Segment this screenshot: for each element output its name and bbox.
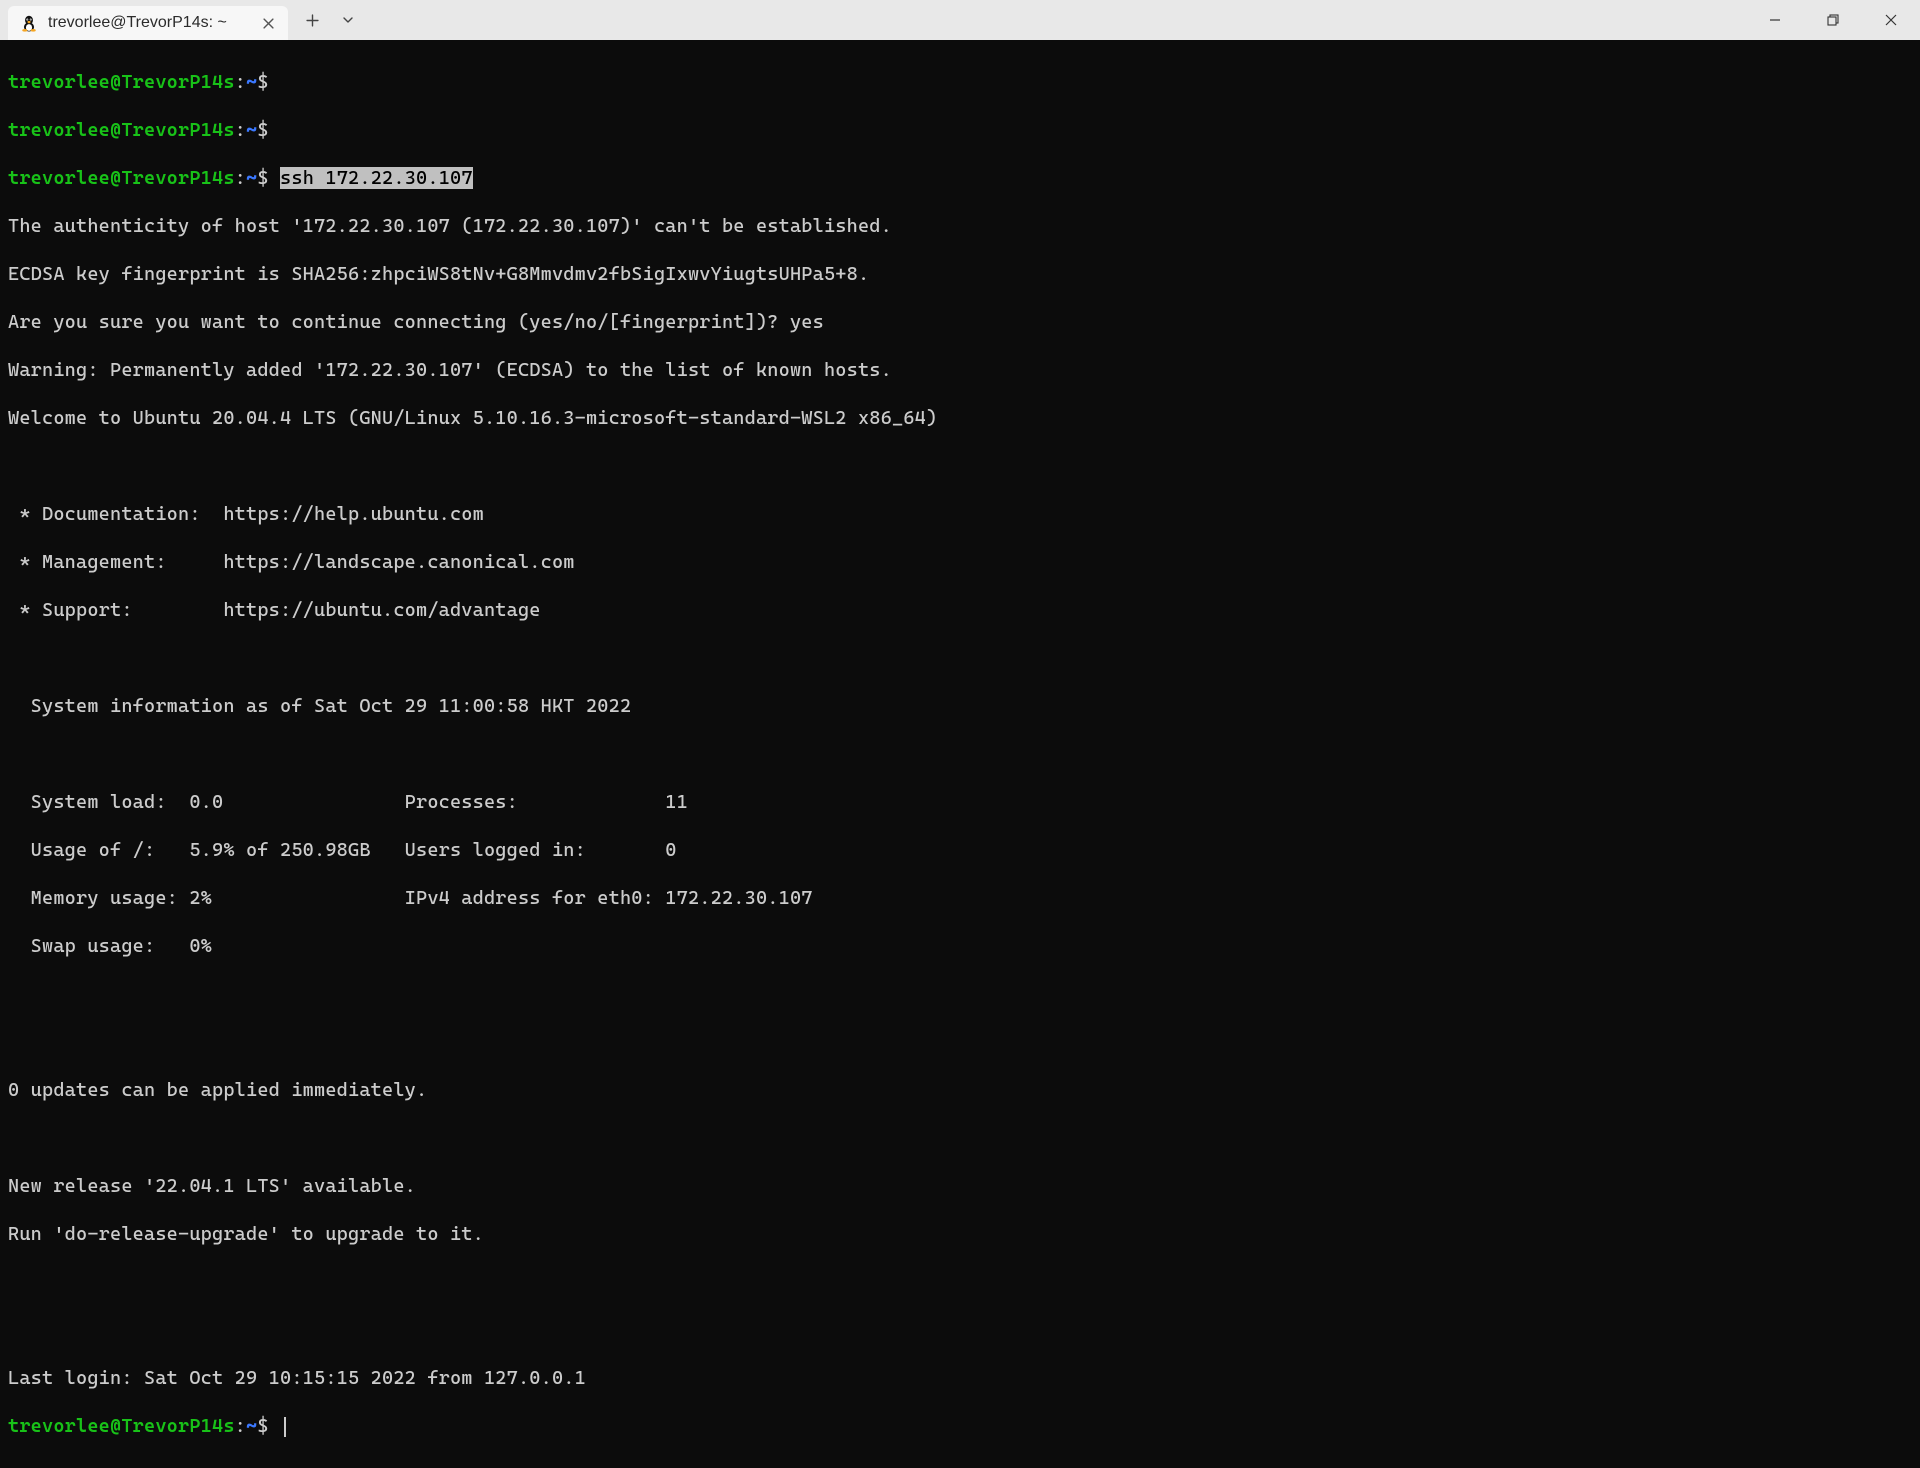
- prompt-dollar: $: [257, 1415, 268, 1437]
- output-line: System information as of Sat Oct 29 11:0…: [8, 694, 1912, 718]
- output-line: [8, 742, 1912, 766]
- prompt-path: ~: [246, 71, 257, 93]
- output-line: ECDSA key fingerprint is SHA256:zhpciWS8…: [8, 262, 1912, 286]
- prompt-colon: :: [235, 71, 246, 93]
- output-line: Run 'do-release-upgrade' to upgrade to i…: [8, 1222, 1912, 1246]
- prompt-dollar: $: [257, 119, 268, 141]
- prompt-dollar: $: [257, 71, 268, 93]
- output-line: [8, 1030, 1912, 1054]
- prompt-line-cmd: trevorlee@TrevorP14s:~$ ssh 172.22.30.10…: [8, 166, 1912, 190]
- output-line: Memory usage: 2% IPv4 address for eth0: …: [8, 886, 1912, 910]
- prompt-colon: :: [235, 167, 246, 189]
- output-line: [8, 1318, 1912, 1342]
- tab-strip: trevorlee@TrevorP14s: ~: [0, 0, 288, 40]
- output-line: Welcome to Ubuntu 20.04.4 LTS (GNU/Linux…: [8, 406, 1912, 430]
- window-controls: [1746, 0, 1920, 40]
- output-line: [8, 646, 1912, 670]
- prompt-userhost: trevorlee@TrevorP14s: [8, 1415, 235, 1437]
- output-line: [8, 982, 1912, 1006]
- prompt-line-cursor: trevorlee@TrevorP14s:~$: [8, 1414, 1912, 1438]
- tab-active[interactable]: trevorlee@TrevorP14s: ~: [8, 6, 288, 40]
- cursor-icon: [284, 1417, 286, 1437]
- output-line: System load: 0.0 Processes: 11: [8, 790, 1912, 814]
- output-line: [8, 454, 1912, 478]
- tab-actions: [292, 0, 364, 40]
- prompt-path: ~: [246, 167, 257, 189]
- output-line: The authenticity of host '172.22.30.107 …: [8, 214, 1912, 238]
- prompt-userhost: trevorlee@TrevorP14s: [8, 71, 235, 93]
- prompt-colon: :: [235, 1415, 246, 1437]
- output-line: Swap usage: 0%: [8, 934, 1912, 958]
- output-line: New release '22.04.1 LTS' available.: [8, 1174, 1912, 1198]
- output-line: Warning: Permanently added '172.22.30.10…: [8, 358, 1912, 382]
- output-line: [8, 1270, 1912, 1294]
- output-line: * Documentation: https://help.ubuntu.com: [8, 502, 1912, 526]
- minimize-button[interactable]: [1746, 0, 1804, 40]
- new-tab-button[interactable]: [292, 0, 332, 40]
- prompt-userhost: trevorlee@TrevorP14s: [8, 167, 235, 189]
- prompt-path: ~: [246, 119, 257, 141]
- output-line: * Management: https://landscape.canonica…: [8, 550, 1912, 574]
- prompt-line: trevorlee@TrevorP14s:~$: [8, 70, 1912, 94]
- output-line: Usage of /: 5.9% of 250.98GB Users logge…: [8, 838, 1912, 862]
- prompt-line: trevorlee@TrevorP14s:~$: [8, 118, 1912, 142]
- tux-icon: [20, 14, 38, 32]
- selected-command: ssh 172.22.30.107: [280, 167, 473, 189]
- output-line: [8, 1126, 1912, 1150]
- prompt-colon: :: [235, 119, 246, 141]
- titlebar: trevorlee@TrevorP14s: ~: [0, 0, 1920, 40]
- prompt-dollar: $: [257, 167, 268, 189]
- prompt-path: ~: [246, 1415, 257, 1437]
- tab-dropdown-button[interactable]: [332, 0, 364, 40]
- terminal-viewport[interactable]: trevorlee@TrevorP14s:~$ trevorlee@Trevor…: [0, 40, 1920, 1468]
- output-line: Are you sure you want to continue connec…: [8, 310, 1912, 334]
- prompt-userhost: trevorlee@TrevorP14s: [8, 119, 235, 141]
- close-button[interactable]: [1862, 0, 1920, 40]
- output-line: Last login: Sat Oct 29 10:15:15 2022 fro…: [8, 1366, 1912, 1390]
- tab-close-button[interactable]: [258, 13, 278, 33]
- output-line: 0 updates can be applied immediately.: [8, 1078, 1912, 1102]
- maximize-button[interactable]: [1804, 0, 1862, 40]
- output-line: * Support: https://ubuntu.com/advantage: [8, 598, 1912, 622]
- tab-title: trevorlee@TrevorP14s: ~: [48, 14, 248, 32]
